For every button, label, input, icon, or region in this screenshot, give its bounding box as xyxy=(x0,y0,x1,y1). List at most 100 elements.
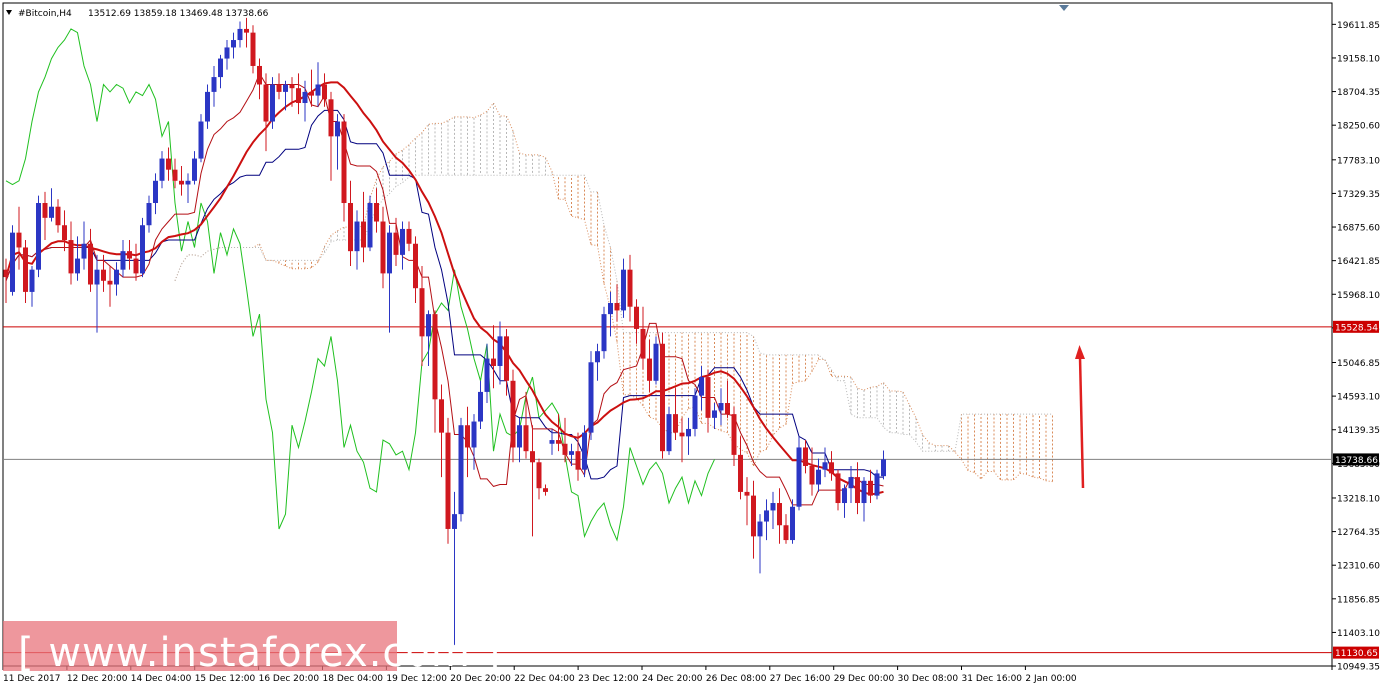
y-tick-label: 11856.85 xyxy=(1337,595,1380,605)
candle-body xyxy=(146,203,152,226)
candle-body xyxy=(699,377,704,396)
candle-body xyxy=(354,221,360,252)
candle-body xyxy=(153,180,158,204)
candle-body xyxy=(588,362,594,433)
candle-body xyxy=(751,495,756,537)
symbol-label: #Bitcoin,H4 xyxy=(18,9,72,19)
chart-area[interactable]: 19611.85 19158.10 18704.35 18250.60 17783.10… xyxy=(0,0,1380,690)
candle-body xyxy=(842,488,847,504)
candle-body xyxy=(614,303,620,311)
candle-body xyxy=(718,403,724,411)
candle-body xyxy=(822,462,828,470)
y-tick-label: 15046.85 xyxy=(1337,359,1380,369)
candle-body xyxy=(660,343,665,452)
candle-body xyxy=(874,473,880,496)
candle-body xyxy=(127,251,132,259)
candle-body xyxy=(458,425,464,515)
candle-body xyxy=(608,303,613,315)
candle-body xyxy=(309,91,314,96)
candle-body xyxy=(289,84,295,89)
candle-body xyxy=(172,169,178,181)
candle-body xyxy=(29,269,35,292)
candle-body xyxy=(757,521,763,537)
candle-body xyxy=(855,477,860,504)
candle-body xyxy=(445,432,451,529)
candle-body xyxy=(484,358,490,392)
y-tick-label: 17329.35 xyxy=(1337,190,1380,200)
candle-body xyxy=(224,47,230,59)
candle-body xyxy=(270,84,275,122)
candle-body xyxy=(835,473,841,504)
y-tick-label: 16875.60 xyxy=(1337,224,1380,234)
y-tick-label: 18704.35 xyxy=(1337,88,1380,98)
candle-body xyxy=(556,440,561,444)
price-labels: 15528.54 11130.65 13738.66 xyxy=(1333,320,1379,659)
candle-body xyxy=(107,280,113,285)
x-tick-label: 27 Dec 16:00 xyxy=(770,674,831,684)
candle-body xyxy=(471,421,477,448)
candle-body xyxy=(868,480,873,496)
candle-body xyxy=(803,447,808,466)
candle-body xyxy=(114,269,119,285)
candle-body xyxy=(36,203,41,270)
y-axis-ticks: 19611.85 19158.10 18704.35 18250.60 17783.10… xyxy=(1332,21,1380,673)
candle-body xyxy=(94,269,100,285)
candle-body xyxy=(861,480,867,504)
candle-body xyxy=(523,425,529,452)
candle-body xyxy=(302,91,308,104)
candle-body xyxy=(770,503,776,511)
ohlc-values: 13512.69 13859.18 13469.48 13738.66 xyxy=(88,9,269,19)
candle-body xyxy=(848,477,854,489)
candle-body xyxy=(647,358,652,381)
candle-body xyxy=(328,99,334,137)
candle-body xyxy=(406,228,412,244)
x-tick-label: 26 Dec 08:00 xyxy=(706,674,767,684)
candle-body xyxy=(263,84,269,122)
candle-body xyxy=(42,203,48,218)
candle-body xyxy=(679,432,685,437)
candle-body xyxy=(211,77,217,92)
candle-body xyxy=(62,225,67,241)
candle-body xyxy=(432,314,438,400)
candle-body xyxy=(23,247,28,292)
candle-body xyxy=(666,414,672,452)
level-price-label: 11130.65 xyxy=(1335,649,1378,659)
candle-body xyxy=(49,206,54,218)
candle-body xyxy=(712,410,717,418)
candle-body xyxy=(595,351,600,363)
y-tick-label: 10949.35 xyxy=(1337,663,1380,673)
candle-body xyxy=(569,451,574,455)
candle-body xyxy=(68,240,74,274)
candle-body xyxy=(315,84,321,96)
candle-body xyxy=(478,391,483,422)
candle-body xyxy=(101,269,106,281)
x-tick-label: 31 Dec 16:00 xyxy=(962,674,1023,684)
x-tick-label: 29 Dec 00:00 xyxy=(834,674,895,684)
candle-body xyxy=(81,243,87,259)
y-tick-label: 14593.10 xyxy=(1337,393,1380,403)
candle-body xyxy=(783,525,789,541)
candle-body xyxy=(367,203,373,248)
candle-body xyxy=(250,32,256,66)
candle-body xyxy=(413,243,418,289)
candle-body xyxy=(549,440,555,444)
candle-body xyxy=(185,180,191,185)
candle-body xyxy=(504,336,509,381)
candle-body xyxy=(16,232,22,248)
candle-body xyxy=(218,58,223,78)
candle-body xyxy=(452,514,457,529)
candle-body xyxy=(829,462,834,474)
y-tick-label: 15968.10 xyxy=(1337,291,1380,301)
candle-body xyxy=(348,203,353,252)
y-tick-label: 17783.10 xyxy=(1337,156,1380,166)
candle-body xyxy=(179,180,184,185)
candle-body xyxy=(380,221,386,274)
candle-body xyxy=(374,203,379,222)
y-tick-label: 13218.10 xyxy=(1337,494,1380,504)
candle-body xyxy=(426,314,431,337)
candle-body xyxy=(692,395,698,429)
candle-body xyxy=(653,343,659,381)
candle-body xyxy=(159,158,165,181)
candle-body xyxy=(75,258,80,274)
candle-body xyxy=(257,65,262,85)
